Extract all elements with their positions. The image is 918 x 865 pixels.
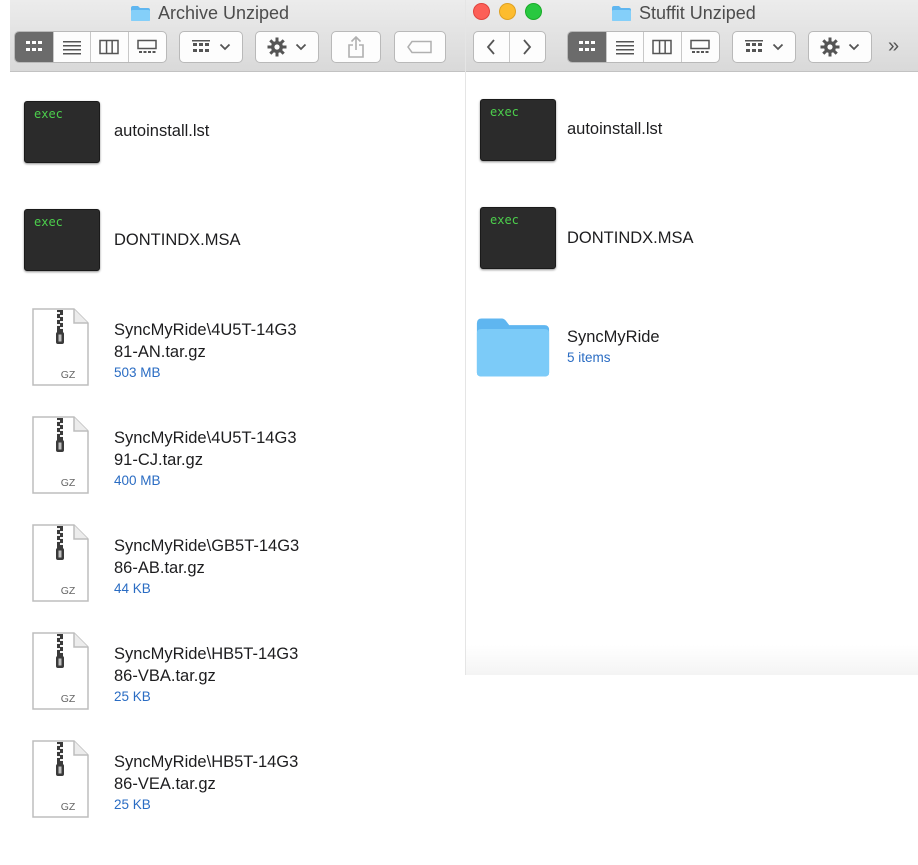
folder-item-count: 5 items <box>567 350 611 365</box>
file-label: SyncMyRide\4U5T-14G3 91-CJ.tar.gz 400 MB <box>114 427 297 491</box>
file-label: SyncMyRide\GB5T-14G3 86-AB.tar.gz 44 KB <box>114 535 299 599</box>
list-view-icon <box>62 39 82 55</box>
column-view-icon <box>99 39 119 55</box>
file-item-gb5t-86-ab[interactable]: GZ SyncMyRide\GB5T-14G3 86-AB.tar.gz 44 … <box>10 523 468 623</box>
file-size: 503 MB <box>114 365 161 380</box>
window-title: Stuffit Unziped <box>611 3 756 24</box>
share-icon <box>347 36 365 58</box>
file-label: DONTINDX.MSA <box>567 229 694 247</box>
back-button[interactable] <box>474 32 510 62</box>
folder-icon <box>611 5 632 22</box>
file-icon-grid: exec autoinstall.lst exec DONTINDX.MSA G… <box>10 73 468 865</box>
forward-button[interactable] <box>510 32 546 62</box>
chevron-down-icon <box>848 43 860 51</box>
window-title-text: Archive Unziped <box>158 3 290 23</box>
close-window-button[interactable] <box>473 3 490 20</box>
window-title-text: Stuffit Unziped <box>639 3 756 23</box>
file-label: autoinstall.lst <box>114 122 210 140</box>
column-view-icon <box>652 39 672 55</box>
window-title: Archive Unziped <box>130 3 289 24</box>
group-by-button[interactable] <box>732 31 796 63</box>
group-by-icon <box>191 39 211 55</box>
gallery-view-button[interactable] <box>129 32 167 62</box>
folder-item-syncmyride[interactable]: SyncMyRide 5 items <box>466 314 918 414</box>
exec-icon: exec <box>24 101 100 163</box>
file-item-4u5t-91-cj[interactable]: GZ SyncMyRide\4U5T-14G3 91-CJ.tar.gz 400… <box>10 415 468 515</box>
file-size: 400 MB <box>114 473 161 488</box>
navigation-control <box>473 31 546 63</box>
gz-archive-icon: GZ <box>30 307 106 387</box>
file-icon-grid: exec autoinstall.lst exec DONTINDX.MSA S… <box>466 73 918 675</box>
toolbar: » <box>466 31 918 63</box>
file-label: SyncMyRide\HB5T-14G3 86-VEA.tar.gz 25 KB <box>114 751 298 815</box>
file-item-autoinstall[interactable]: exec autoinstall.lst <box>10 99 468 199</box>
file-item-4u5t-81-an[interactable]: GZ SyncMyRide\4U5T-14G3 81-AN.tar.gz 503… <box>10 307 468 407</box>
exec-icon: exec <box>24 209 100 271</box>
file-label: autoinstall.lst <box>567 120 663 138</box>
file-label: SyncMyRide\4U5T-14G3 81-AN.tar.gz 503 MB <box>114 319 297 383</box>
chevron-left-icon <box>485 38 497 56</box>
action-menu-button[interactable] <box>808 31 872 63</box>
finder-window-stuffit-unziped[interactable]: Stuffit Unziped » exec autoinstall.lst e… <box>466 0 918 675</box>
tag-icon <box>407 40 433 54</box>
gallery-view-button[interactable] <box>682 32 720 62</box>
minimize-window-button[interactable] <box>499 3 516 20</box>
zoom-window-button[interactable] <box>525 3 542 20</box>
list-view-icon <box>615 39 635 55</box>
view-mode-control <box>567 31 720 63</box>
icon-view-icon <box>24 39 44 55</box>
toolbar-overflow-button[interactable]: » <box>888 35 899 58</box>
chevron-down-icon <box>219 43 231 51</box>
window-titlebar[interactable]: Archive Unziped <box>10 0 468 72</box>
folder-icon <box>130 5 151 22</box>
tag-button[interactable] <box>394 31 446 63</box>
action-menu-button[interactable] <box>255 31 319 63</box>
list-view-button[interactable] <box>607 32 644 62</box>
column-view-button[interactable] <box>644 32 682 62</box>
gz-archive-icon: GZ <box>30 415 106 495</box>
file-size: 25 KB <box>114 689 151 704</box>
exec-icon: exec <box>480 99 556 161</box>
list-view-button[interactable] <box>54 32 91 62</box>
gz-archive-icon: GZ <box>30 739 106 819</box>
share-button[interactable] <box>331 31 381 63</box>
window-titlebar[interactable]: Stuffit Unziped » <box>466 0 918 72</box>
file-size: 25 KB <box>114 797 151 812</box>
gear-icon <box>820 37 840 57</box>
window-bottom-edge <box>466 645 918 675</box>
chevron-down-icon <box>295 43 307 51</box>
chevron-down-icon <box>772 43 784 51</box>
file-size: 44 KB <box>114 581 151 596</box>
group-by-icon <box>744 39 764 55</box>
finder-window-archive-unziped[interactable]: Archive Unziped exec autoinstall.lst exe… <box>10 0 468 865</box>
column-view-button[interactable] <box>91 32 129 62</box>
file-label: DONTINDX.MSA <box>114 231 241 249</box>
window-controls <box>473 3 542 20</box>
group-by-button[interactable] <box>179 31 243 63</box>
icon-view-button[interactable] <box>568 32 607 62</box>
icon-view-icon <box>577 39 597 55</box>
file-label: SyncMyRide\HB5T-14G3 86-VBA.tar.gz 25 KB <box>114 643 298 707</box>
file-item-hb5t-86-vba[interactable]: GZ SyncMyRide\HB5T-14G3 86-VBA.tar.gz 25… <box>10 631 468 731</box>
file-item-dontindx[interactable]: exec DONTINDX.MSA <box>10 208 468 308</box>
gallery-view-icon <box>137 39 157 55</box>
gear-icon <box>267 37 287 57</box>
file-item-autoinstall[interactable]: exec autoinstall.lst <box>466 97 918 197</box>
exec-icon: exec <box>480 207 556 269</box>
view-mode-control <box>14 31 167 63</box>
file-label: SyncMyRide 5 items <box>567 326 660 368</box>
chevron-right-icon <box>521 38 533 56</box>
folder-icon <box>475 314 551 380</box>
icon-view-button[interactable] <box>15 32 54 62</box>
gz-archive-icon: GZ <box>30 523 106 603</box>
toolbar <box>10 31 468 63</box>
file-item-dontindx[interactable]: exec DONTINDX.MSA <box>466 206 918 306</box>
gallery-view-icon <box>690 39 710 55</box>
file-item-hb5t-86-vea[interactable]: GZ SyncMyRide\HB5T-14G3 86-VEA.tar.gz 25… <box>10 739 468 839</box>
gz-archive-icon: GZ <box>30 631 106 711</box>
